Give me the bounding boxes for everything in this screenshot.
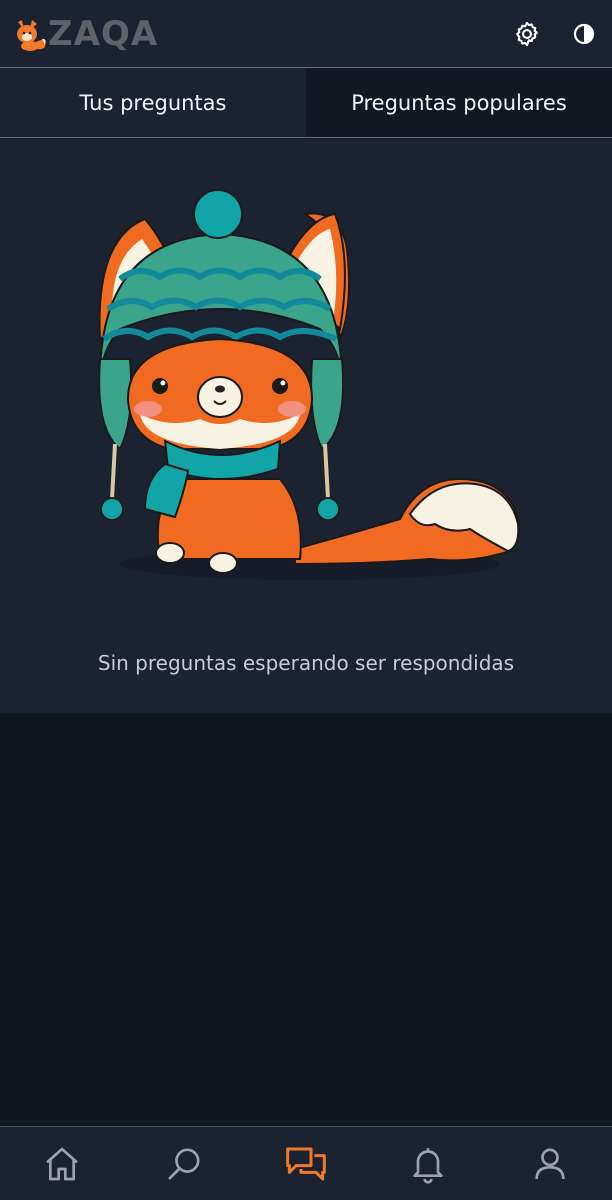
- nav-search-button[interactable]: [160, 1140, 208, 1188]
- nav-home-button[interactable]: [38, 1140, 86, 1188]
- user-icon: [535, 1148, 565, 1179]
- nav-questions-button[interactable]: [282, 1140, 330, 1188]
- top-bar: ZAQA: [0, 0, 612, 68]
- gear-icon: [516, 21, 538, 47]
- nav-profile-button[interactable]: [526, 1140, 574, 1188]
- app-logo[interactable]: ZAQA: [14, 14, 158, 54]
- bottom-nav: [0, 1126, 612, 1200]
- theme-toggle-button[interactable]: [568, 18, 600, 50]
- fox-logo-icon: [17, 20, 46, 51]
- fox-illustration: [98, 189, 520, 580]
- settings-button[interactable]: [511, 18, 543, 50]
- empty-state-panel: Sin preguntas esperando ser respondidas: [0, 139, 612, 713]
- logo-text: ZAQA: [48, 14, 159, 54]
- search-icon: [168, 1148, 200, 1179]
- nav-notifications-button[interactable]: [404, 1140, 452, 1188]
- contrast-icon: [573, 23, 595, 45]
- home-icon: [46, 1147, 78, 1180]
- empty-state-message: Sin preguntas esperando ser respondidas: [97, 651, 515, 675]
- tab-your-questions[interactable]: Tus preguntas: [0, 68, 306, 137]
- question-tabs: Tus preguntas Preguntas populares: [0, 68, 612, 138]
- chat-icon: [286, 1147, 326, 1180]
- tab-popular-questions[interactable]: Preguntas populares: [306, 68, 612, 137]
- bell-icon: [413, 1147, 443, 1184]
